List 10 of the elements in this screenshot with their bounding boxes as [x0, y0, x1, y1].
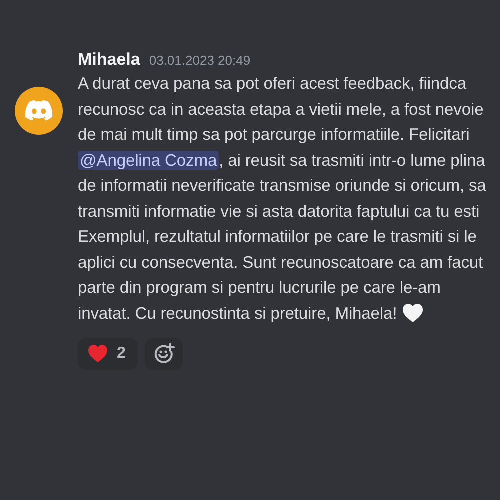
message-text: A durat ceva pana sa pot oferi acest feedback, fiindca recunosc ca in aceasta etapa a vietii mele, a fost nevoie de mai mult timp sa pot parcurge informatiile. Felicitari @Angelina Cozma, ai reusit sa trasmiti intr-o lume plina de informatii neverificate transmise oriunde si oricum, sa transmiti informatie vie si asta datorita faptului ca tu esti Exemplul, rezultatul informatiilor pe care le trasmiti si le aplici cu consecventa. Sunt recunoscatoare ca am facut parte din program si pentru lucrurile pe care le-am invatat. Cu recunostinta si pretuire, Mihaela! — [78, 73, 488, 324]
reaction-button[interactable]: 2 — [78, 338, 138, 370]
author-name[interactable]: Mihaela — [78, 50, 140, 70]
timestamp: 03.01.2023 20:49 — [149, 53, 251, 68]
user-mention[interactable]: @Angelina Cozma — [78, 150, 220, 170]
heart-icon — [403, 304, 424, 322]
heart-icon — [88, 345, 108, 363]
add-reaction-button[interactable] — [144, 338, 183, 370]
avatar-icon — [15, 87, 63, 135]
add-emoji-icon — [152, 343, 175, 365]
